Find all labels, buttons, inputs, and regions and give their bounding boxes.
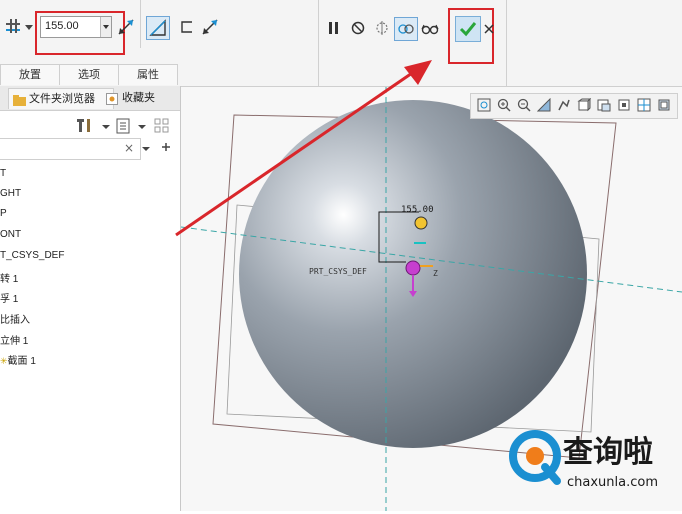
zoom-in-icon[interactable]	[497, 98, 511, 112]
tree-item[interactable]: ONT	[0, 229, 21, 240]
tree-item-label: 截面 1	[7, 356, 36, 367]
tree-search-input[interactable]: ×	[0, 138, 141, 160]
no-preview-icon[interactable]	[348, 19, 368, 39]
tab-placement[interactable]: 放置	[0, 64, 60, 85]
search-dropdown-icon[interactable]	[140, 139, 152, 159]
clear-search-icon[interactable]: ×	[124, 141, 134, 155]
remove-material-button[interactable]	[146, 16, 170, 40]
logo-url: chaxunla.com	[567, 475, 658, 490]
csys-label: PRT_CSYS_DEF	[309, 267, 367, 276]
tab-label: 属性	[137, 68, 159, 81]
logo-mark: 查询啦 chaxunla.com	[509, 430, 658, 490]
pause-icon[interactable]	[324, 19, 344, 39]
tab-properties[interactable]: 属性	[118, 64, 178, 85]
display-style-icon[interactable]	[557, 98, 571, 112]
flip-direction-icon[interactable]	[116, 17, 136, 37]
tree-item-label: 比插入	[0, 315, 30, 326]
tree-item-label: 孚 1	[0, 294, 19, 305]
repaint-icon[interactable]	[536, 97, 551, 112]
tree-item-section[interactable]: ✳截面 1	[0, 352, 36, 367]
depth-options-icon[interactable]	[4, 17, 24, 37]
tab-label: 放置	[19, 68, 41, 81]
tree-item[interactable]: P	[0, 208, 7, 219]
tree-item-label: ONT	[0, 229, 22, 240]
settings-tools-icon[interactable]	[76, 116, 96, 136]
panel-tabs: 文件夹浏览器 收藏夹	[0, 86, 180, 111]
thicken-flip-icon[interactable]	[200, 17, 220, 37]
settings-dropdown-icon[interactable]	[100, 116, 112, 136]
tree-item[interactable]: T_CSYS_DEF	[0, 250, 64, 261]
tree-item[interactable]: 孚 1	[0, 290, 18, 305]
tab-label: 选项	[78, 68, 100, 81]
tree-item[interactable]: 转 1	[0, 270, 18, 285]
favorites-icon	[106, 92, 118, 112]
tab-folder-browser[interactable]: 文件夹浏览器	[8, 88, 114, 109]
tab-options[interactable]: 选项	[59, 64, 119, 85]
annotation-arrow	[175, 60, 432, 237]
refit-icon[interactable]	[477, 98, 491, 112]
cancel-close-icon[interactable]	[482, 19, 496, 39]
tab-favorites[interactable]: 收藏夹	[102, 88, 178, 108]
tree-item-label: P	[0, 208, 7, 219]
feature-preview-icon[interactable]	[372, 19, 392, 39]
depth-highlight-box	[35, 11, 125, 55]
tree-item[interactable]: 立伸 1	[0, 332, 28, 347]
tree-item-label: 转 1	[0, 274, 19, 285]
thicken-icon[interactable]	[178, 17, 198, 37]
depth-options-dropdown-icon[interactable]	[24, 17, 34, 37]
tree-filter-icon[interactable]	[152, 116, 172, 136]
logo-title: 查询啦	[563, 435, 653, 470]
tree-item-label: 立伸 1	[0, 336, 29, 347]
show-list-icon[interactable]	[114, 116, 134, 136]
tree-item-label: T_CSYS_DEF	[0, 250, 65, 261]
csys-origin-marker[interactable]	[405, 260, 421, 276]
verify-mode-button[interactable]	[394, 17, 418, 41]
tab-favorites-label: 收藏夹	[122, 91, 155, 104]
view-manager-icon[interactable]	[597, 98, 611, 112]
z-axis-label: Z	[433, 269, 438, 278]
sketch-icon: ✳	[0, 356, 8, 366]
tree-item[interactable]: T	[0, 168, 6, 179]
folder-icon	[13, 93, 26, 113]
annotation-display-icon[interactable]	[657, 98, 671, 112]
model-tree-panel: 文件夹浏览器 收藏夹 × T GHT P ONT T_CSYS_DEF 转 1	[0, 86, 181, 511]
tree-item-label: T	[0, 168, 7, 179]
tree-item[interactable]: 比插入	[0, 311, 30, 326]
show-dropdown-icon[interactable]	[136, 116, 148, 136]
saved-orientations-icon[interactable]	[577, 97, 592, 112]
perspective-icon[interactable]	[617, 98, 631, 112]
view-toolbar	[470, 93, 678, 119]
verify-glasses-icon[interactable]	[420, 19, 440, 39]
datum-display-icon[interactable]	[637, 98, 651, 112]
tab-folder-browser-label: 文件夹浏览器	[29, 92, 95, 105]
tree-item[interactable]: GHT	[0, 188, 21, 199]
tree-item-label: GHT	[0, 188, 22, 199]
zoom-out-icon[interactable]	[517, 98, 531, 112]
watermark-logo: 查询啦 chaxunla.com	[503, 423, 673, 493]
